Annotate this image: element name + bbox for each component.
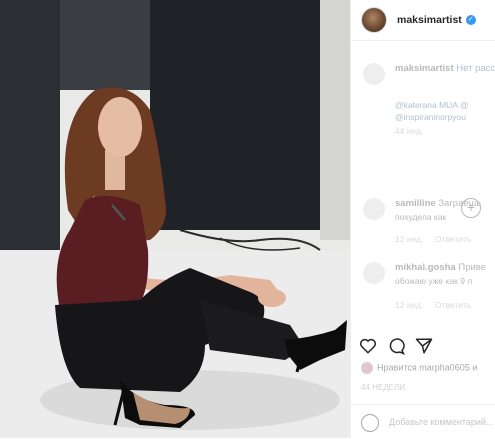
verified-badge-icon: ✓: [465, 15, 476, 25]
comment-time: 12 нед.: [395, 300, 424, 310]
comment-line: @inspiraninorpyou: [395, 112, 467, 122]
comment-username[interactable]: mikhal.gosha: [395, 262, 456, 273]
comment-line: @katerana MUA @: [395, 100, 469, 110]
avatar[interactable]: [363, 262, 385, 284]
post-actions: [359, 337, 433, 355]
reply-link[interactable]: Ответить: [435, 299, 471, 311]
comment-time: 44 нед.: [395, 126, 424, 136]
comment-text: Заграешь: [438, 198, 482, 209]
avatar[interactable]: [361, 7, 387, 33]
post-age: 44 НЕДЕЛИ: [361, 383, 405, 392]
like-heart-icon[interactable]: [359, 337, 377, 355]
avatar[interactable]: [363, 198, 385, 220]
comment-text: Нет расстояни: [456, 63, 495, 74]
comment-time: 12 нед.: [395, 234, 424, 244]
comment-line: обожаю уже как 9 л: [395, 276, 473, 286]
comments-list: maksimartist Нет расстояни @katerana MUA…: [351, 41, 495, 381]
likes-summary[interactable]: Нравится marpha0605 и: [361, 362, 477, 374]
comment-bubble-icon[interactable]: [387, 337, 406, 355]
post-header: maksimartist ✓: [351, 0, 495, 41]
post-image: [0, 0, 350, 438]
share-plane-icon[interactable]: [415, 337, 433, 355]
comment-input[interactable]: Добавьте комментарий...: [389, 417, 493, 427]
comment-username[interactable]: samilline: [395, 198, 436, 209]
comment-username[interactable]: maksimartist: [395, 63, 454, 74]
post-side-panel: maksimartist ✓ maksimartist Нет расстоян…: [350, 0, 495, 438]
add-comment-bar: Добавьте комментарий...: [351, 404, 495, 439]
emoji-smile-icon[interactable]: [361, 414, 379, 432]
post-photo[interactable]: [0, 0, 350, 438]
reply-link[interactable]: Ответить: [435, 233, 471, 245]
avatar[interactable]: [363, 63, 385, 85]
comment-text: Приве: [458, 262, 487, 273]
username-link[interactable]: maksimartist: [397, 14, 462, 26]
avatar: [361, 362, 373, 374]
likes-text: Нравится marpha0605 и: [377, 362, 478, 373]
comment-line: похудела как: [395, 212, 447, 222]
